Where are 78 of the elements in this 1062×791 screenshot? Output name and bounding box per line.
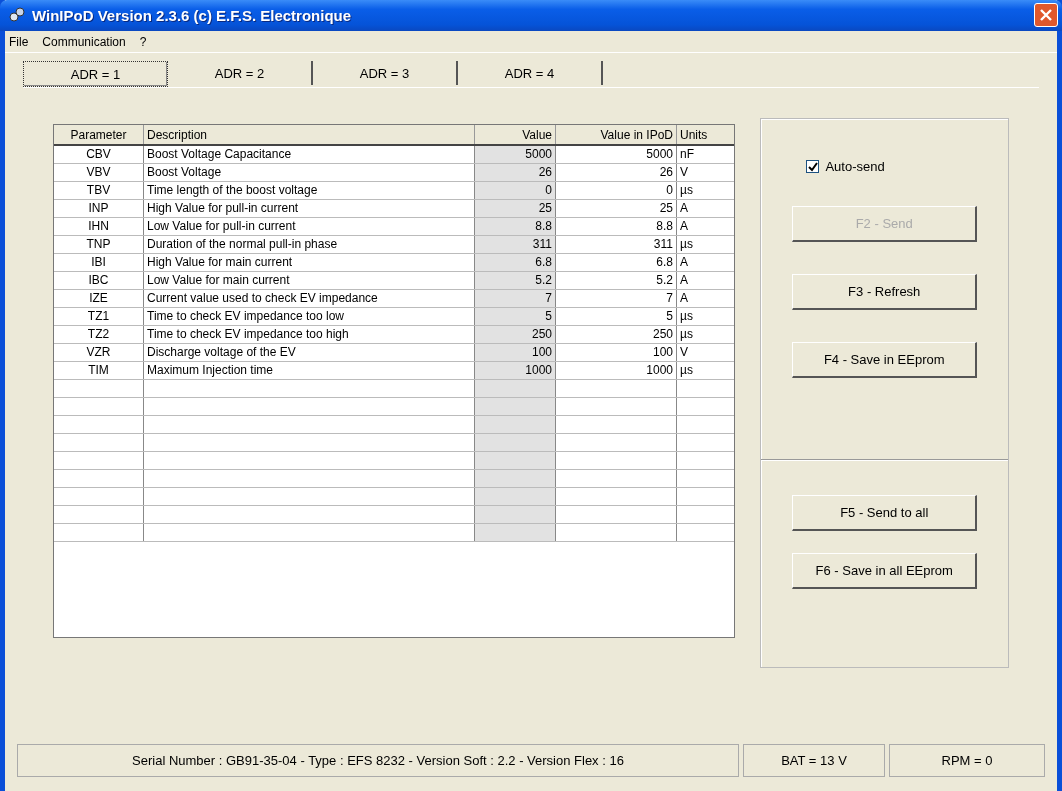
table-cell: IZE xyxy=(54,289,144,308)
table-cell: TIM xyxy=(54,361,144,380)
table-cell: 5.2 xyxy=(555,271,677,290)
action-button[interactable]: F3 - Refresh xyxy=(792,274,978,311)
table-cell: 5 xyxy=(555,307,677,326)
table-cell: µs xyxy=(676,307,735,326)
table-cell: VBV xyxy=(54,163,144,182)
table-cell: 1000 xyxy=(555,361,677,380)
menu-item[interactable]: ? xyxy=(139,34,147,49)
tab[interactable]: ADR = 1 xyxy=(23,61,168,88)
checkbox-label: Auto-send xyxy=(825,159,885,175)
table-cell: A xyxy=(676,253,735,272)
table-cell: µs xyxy=(676,325,735,344)
tab[interactable]: ADR = 2 xyxy=(168,61,313,86)
table-cell: TZ1 xyxy=(54,307,144,326)
table-cell: V xyxy=(676,343,735,362)
table-cell: TNP xyxy=(54,235,144,254)
table-cell: A xyxy=(676,217,735,236)
table-cell: 25 xyxy=(555,199,677,218)
table-cell: µs xyxy=(676,181,735,200)
action-button[interactable]: F5 - Send to all xyxy=(792,495,978,532)
table-cell: Time to check EV impedance too high xyxy=(143,325,475,344)
table-cell: Current value used to check EV impedance xyxy=(143,289,475,308)
table-cell: 5000 xyxy=(555,145,677,164)
status-panel: BAT = 13 V xyxy=(743,744,885,777)
column-header[interactable]: Value in IPoD xyxy=(555,125,677,146)
table-cell: Low Value for main current xyxy=(143,271,475,290)
table-cell: INP xyxy=(54,199,144,218)
table-cell: Discharge voltage of the EV xyxy=(143,343,475,362)
status-panel: RPM = 0 xyxy=(889,744,1045,777)
table-cell: Low Value for pull-in current xyxy=(143,217,475,236)
action-button[interactable]: F4 - Save in EEprom xyxy=(792,342,978,379)
checkbox[interactable] xyxy=(806,160,820,174)
column-header[interactable]: Units xyxy=(676,125,735,146)
table-cell: IBC xyxy=(54,271,144,290)
column-header[interactable]: Value xyxy=(474,125,556,146)
table-cell: µs xyxy=(676,235,735,254)
menu-item[interactable]: File xyxy=(9,34,29,49)
table-cell: TBV xyxy=(54,181,144,200)
action-button[interactable]: F6 - Save in all EEprom xyxy=(792,553,978,590)
table-cell: Time to check EV impedance too low xyxy=(143,307,475,326)
table-cell: A xyxy=(676,271,735,290)
table-cell: Duration of the normal pull-in phase xyxy=(143,235,475,254)
table-cell: 0 xyxy=(555,181,677,200)
app-icon xyxy=(8,6,26,25)
window-title: WinIPoD Version 2.3.6 (c) E.F.S. Electronique xyxy=(32,6,353,24)
status-panel: Serial Number : GB91-35-04 - Type : EFS 8232 - Version Soft : 2.2 - Version Flex : 16 xyxy=(17,744,739,777)
tab[interactable]: ADR = 4 xyxy=(458,61,603,86)
auto-send-checkbox[interactable]: Auto-send xyxy=(806,159,885,175)
table-cell: High Value for main current xyxy=(143,253,475,272)
table-cell: 8.8 xyxy=(555,217,677,236)
menu-item[interactable]: Communication xyxy=(42,34,126,49)
table-cell: CBV xyxy=(54,145,144,164)
table-cell: 7 xyxy=(555,289,677,308)
table-cell: Boost Voltage xyxy=(143,163,475,182)
table-cell: 311 xyxy=(555,235,677,254)
table-cell: Maximum Injection time xyxy=(143,361,475,380)
table-cell: Boost Voltage Capacitance xyxy=(143,145,475,164)
table-cell: V xyxy=(676,163,735,182)
column-header[interactable]: Description xyxy=(143,125,475,146)
close-icon xyxy=(1040,9,1052,22)
table-cell: VZR xyxy=(54,343,144,362)
table-cell: IHN xyxy=(54,217,144,236)
table-cell: 6.8 xyxy=(555,253,677,272)
table-cell: 26 xyxy=(555,163,677,182)
table-cell: A xyxy=(676,289,735,308)
table-cell: High Value for pull-in current xyxy=(143,199,475,218)
table-cell: TZ2 xyxy=(54,325,144,344)
table-cell: 250 xyxy=(555,325,677,344)
table-cell: nF xyxy=(676,145,735,164)
column-header[interactable]: Parameter xyxy=(54,125,144,146)
tab[interactable]: ADR = 3 xyxy=(313,61,458,86)
table-cell: 100 xyxy=(555,343,677,362)
table-cell: Time length of the boost voltage xyxy=(143,181,475,200)
close-button[interactable] xyxy=(1034,3,1058,28)
table-cell: A xyxy=(676,199,735,218)
table-cell: IBI xyxy=(54,253,144,272)
table-cell: µs xyxy=(676,361,735,380)
